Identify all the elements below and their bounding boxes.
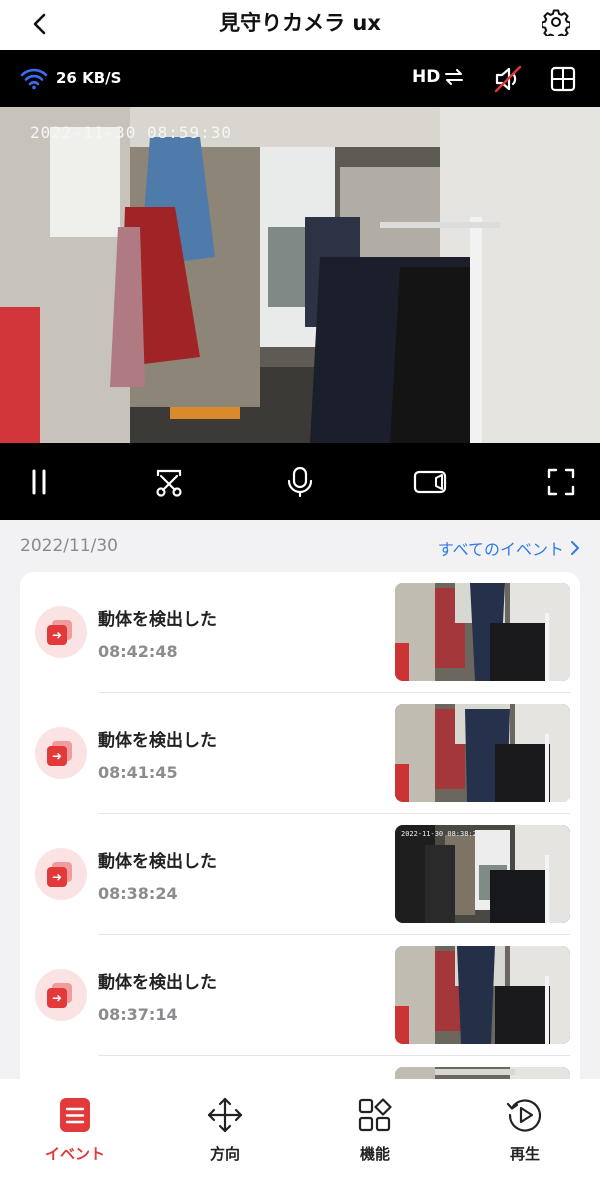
motion-event-icon: ➜ bbox=[35, 969, 87, 1021]
event-time: 08:42:48 bbox=[98, 642, 178, 661]
event-time: 08:41:45 bbox=[98, 763, 178, 782]
video-top-bar: 26 KB/S HD bbox=[0, 50, 600, 107]
record-button[interactable] bbox=[412, 464, 448, 500]
microphone-icon bbox=[287, 466, 313, 498]
pause-button[interactable] bbox=[21, 464, 57, 500]
split-view-icon[interactable] bbox=[550, 66, 576, 92]
fullscreen-icon bbox=[547, 468, 575, 496]
video-camera-icon bbox=[413, 470, 447, 494]
nav-label: 再生 bbox=[509, 1145, 540, 1163]
fullscreen-button[interactable] bbox=[543, 464, 579, 500]
screenshot-button[interactable] bbox=[151, 464, 187, 500]
video-timestamp: 2022-11-30 08:59:30 bbox=[30, 123, 233, 142]
all-events-link[interactable]: すべてのイベント bbox=[438, 536, 580, 560]
bottom-nav: イベント 方向 機能 再生 bbox=[0, 1079, 600, 1179]
scissors-icon bbox=[156, 469, 182, 497]
thumbnail-timestamp: 2022-11-30 08:38:24 bbox=[401, 830, 481, 838]
quality-toggle[interactable]: HD bbox=[412, 67, 464, 87]
nav-playback[interactable]: 再生 bbox=[450, 1079, 600, 1179]
video-controls bbox=[0, 443, 600, 520]
swap-icon bbox=[445, 69, 464, 85]
nav-events[interactable]: イベント bbox=[0, 1079, 150, 1179]
camera-feed-image bbox=[0, 107, 600, 443]
event-title: 動体を検出した bbox=[98, 731, 217, 751]
motion-event-icon: ➜ bbox=[35, 727, 87, 779]
events-list-icon bbox=[55, 1095, 95, 1135]
all-events-label: すべてのイベント bbox=[437, 540, 564, 559]
network-speed: 26 KB/S bbox=[56, 69, 122, 87]
chevron-right-icon bbox=[571, 541, 579, 555]
nav-label: 方向 bbox=[209, 1145, 240, 1163]
event-title: 動体を検出した bbox=[98, 610, 217, 630]
event-item[interactable]: ➜ 動体を検出した 08:42:48 bbox=[20, 572, 580, 693]
nav-features[interactable]: 機能 bbox=[300, 1079, 450, 1179]
app-header: 見守りカメラ ux bbox=[0, 0, 600, 50]
replay-icon bbox=[505, 1095, 545, 1135]
event-item[interactable]: ➜ 動体を検出した 08:41:45 bbox=[20, 693, 580, 814]
event-thumbnail[interactable] bbox=[395, 583, 570, 681]
camera-feed[interactable]: 2022-11-30 08:59:30 bbox=[0, 107, 600, 443]
nav-label: イベント bbox=[44, 1145, 105, 1163]
quality-label: HD bbox=[412, 67, 441, 87]
motion-event-icon: ➜ bbox=[35, 848, 87, 900]
motion-event-icon: ➜ bbox=[35, 606, 87, 658]
events-date: 2022/11/30 bbox=[20, 536, 118, 556]
event-item[interactable]: ➜ 動体を検出した 08:38:24 2022-11-30 08:38:24 bbox=[20, 814, 580, 935]
event-item[interactable]: ➜ 動体を検出した 08:37:14 bbox=[20, 935, 580, 1056]
apps-grid-icon bbox=[355, 1095, 395, 1135]
settings-button[interactable] bbox=[538, 4, 574, 40]
event-title: 動体を検出した bbox=[98, 973, 217, 993]
nav-label: 機能 bbox=[359, 1145, 390, 1163]
nav-direction[interactable]: 方向 bbox=[150, 1079, 300, 1179]
chevron-left-icon bbox=[33, 13, 46, 35]
page-title: 見守りカメラ ux bbox=[219, 11, 381, 35]
events-list: ➜ 動体を検出した 08:42:48 ➜ 動体を検出した 08:41:45 ➜ … bbox=[20, 572, 580, 1132]
event-title: 動体を検出した bbox=[98, 852, 217, 872]
move-arrows-icon bbox=[205, 1095, 245, 1135]
event-thumbnail[interactable]: 2022-11-30 08:38:24 bbox=[395, 825, 570, 923]
event-time: 08:37:14 bbox=[98, 1005, 178, 1024]
event-time: 08:38:24 bbox=[98, 884, 178, 903]
microphone-button[interactable] bbox=[282, 464, 318, 500]
event-thumbnail[interactable] bbox=[395, 704, 570, 802]
gear-icon bbox=[542, 9, 570, 36]
live-video-panel: 26 KB/S HD 2022-11-30 08:59:30 bbox=[0, 50, 600, 520]
wifi-icon bbox=[20, 68, 48, 90]
speaker-muted-icon[interactable] bbox=[493, 64, 523, 94]
event-thumbnail[interactable] bbox=[395, 946, 570, 1044]
back-button[interactable] bbox=[22, 6, 58, 42]
pause-icon bbox=[32, 469, 46, 495]
